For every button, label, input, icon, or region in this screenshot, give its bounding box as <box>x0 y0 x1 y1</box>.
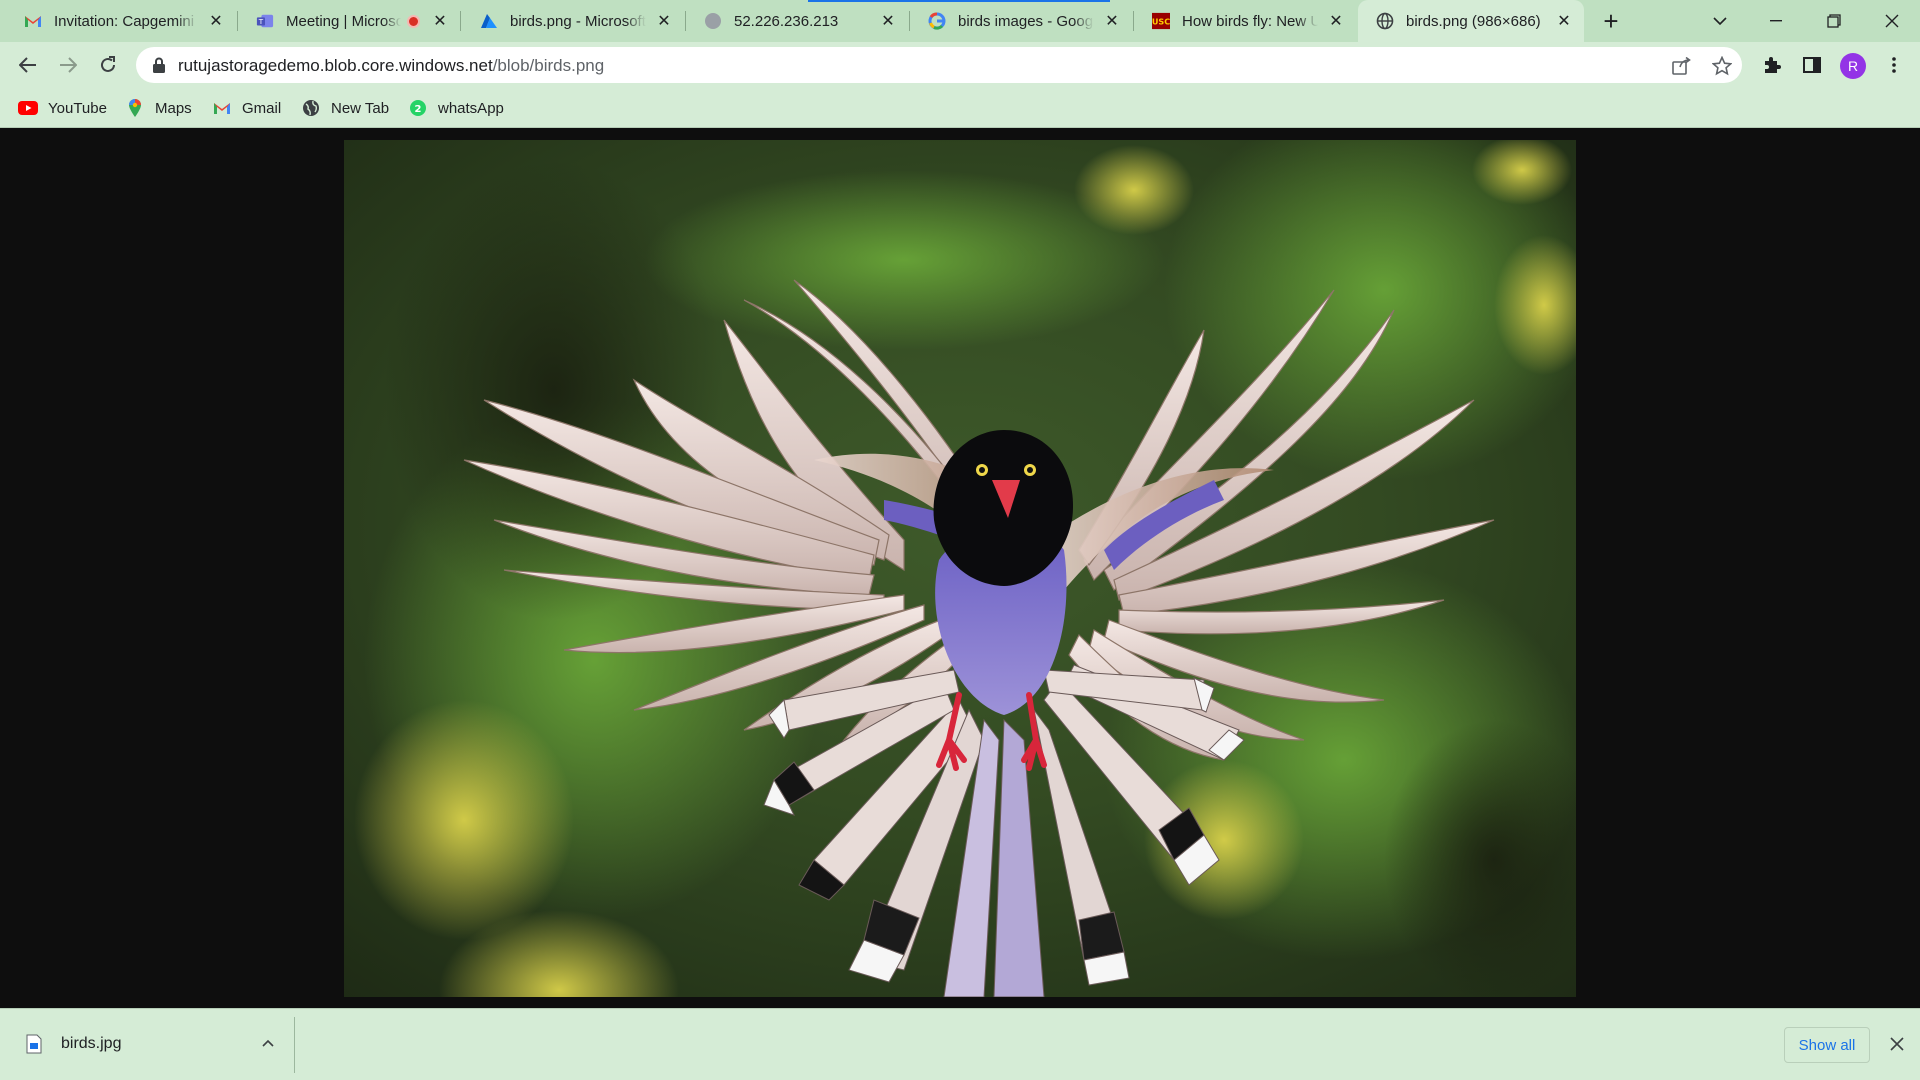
download-item[interactable]: birds.jpg <box>0 1009 294 1080</box>
tab-gmail-invitation[interactable]: Invitation: Capgemini ✕ <box>6 0 236 42</box>
tab-title: birds images - Google Search <box>958 12 1094 30</box>
bookmark-whatsapp[interactable]: 2 whatsApp <box>408 96 504 120</box>
tab-close-icon[interactable]: ✕ <box>206 11 226 31</box>
gmail-icon <box>212 99 232 117</box>
shelf-divider <box>294 1017 295 1073</box>
tab-close-icon[interactable]: ✕ <box>654 11 674 31</box>
tab-close-icon[interactable]: ✕ <box>1554 11 1574 31</box>
svg-text:2: 2 <box>415 104 422 115</box>
azure-icon <box>480 12 498 30</box>
youtube-icon <box>18 99 38 117</box>
browser-toolbar: rutujastoragedemo.blob.core.windows.net/… <box>0 42 1920 88</box>
tab-title: birds.png - Microsoft Azure <box>510 12 646 30</box>
tab-teams-meeting[interactable]: T Meeting | Microsoft Teams ✕ <box>238 0 460 42</box>
url-host: rutujastoragedemo.blob.core.windows.net <box>178 56 493 75</box>
extensions-puzzle-icon[interactable] <box>1758 51 1786 79</box>
image-file-icon <box>26 1034 42 1054</box>
bookmark-label: Gmail <box>242 99 282 117</box>
lock-icon[interactable] <box>152 57 168 73</box>
bookmark-maps[interactable]: Maps <box>125 96 192 120</box>
usc-icon: USC <box>1152 12 1170 30</box>
bookmark-label: New Tab <box>331 99 390 117</box>
tab-divider <box>460 11 461 31</box>
recording-icon <box>407 14 420 28</box>
reload-button[interactable] <box>92 49 124 81</box>
gmail-icon <box>24 12 42 30</box>
tab-close-icon[interactable]: ✕ <box>1102 11 1122 31</box>
download-shelf: birds.jpg Show all <box>0 1008 1920 1080</box>
bookmark-label: YouTube <box>48 99 107 117</box>
share-icon[interactable] <box>1670 54 1694 78</box>
menu-kebab-icon[interactable] <box>1880 51 1908 79</box>
address-bar[interactable]: rutujastoragedemo.blob.core.windows.net/… <box>136 47 1742 83</box>
globe-icon <box>301 99 321 117</box>
tab-close-icon[interactable]: ✕ <box>1326 11 1346 31</box>
url-path: /blob/birds.png <box>492 56 605 75</box>
tab-azure-birds[interactable]: birds.png - Microsoft Azure ✕ <box>462 0 684 42</box>
tab-title: Meeting | Microsoft Teams <box>286 12 401 30</box>
url-text[interactable]: rutujastoragedemo.blob.core.windows.net/… <box>178 56 604 76</box>
tab-close-icon[interactable]: ✕ <box>430 11 450 31</box>
side-panel-icon[interactable] <box>1798 51 1826 79</box>
bookmark-star-icon[interactable] <box>1710 54 1734 78</box>
bookmark-label: Maps <box>155 99 192 117</box>
tab-close-icon[interactable]: ✕ <box>878 11 898 31</box>
tab-title: Invitation: Capgemini <box>54 12 195 30</box>
profile-avatar[interactable]: R <box>1840 53 1866 79</box>
tab-usc-news[interactable]: USC How birds fly: New USC ✕ <box>1134 0 1356 42</box>
tab-search-chevron-icon[interactable] <box>1692 0 1748 42</box>
svg-text:USC: USC <box>1152 17 1170 27</box>
google-icon <box>928 12 946 30</box>
chevron-up-icon[interactable] <box>256 1031 280 1055</box>
whatsapp-icon: 2 <box>408 99 428 117</box>
svg-text:T: T <box>258 17 264 26</box>
show-all-button[interactable]: Show all <box>1784 1027 1870 1063</box>
bookmark-new-tab[interactable]: New Tab <box>301 96 389 120</box>
tab-birds-png-active[interactable]: birds.png (986×686) ✕ <box>1358 0 1584 42</box>
globe-icon <box>1376 12 1394 30</box>
back-button[interactable] <box>12 49 44 81</box>
bookmark-youtube[interactable]: YouTube <box>18 96 107 120</box>
forward-button[interactable] <box>52 49 84 81</box>
new-tab-button[interactable]: + <box>1596 6 1626 36</box>
window-close-button[interactable] <box>1864 0 1920 42</box>
restore-button[interactable] <box>1806 0 1862 42</box>
close-icon[interactable] <box>1884 1031 1910 1057</box>
maps-icon <box>125 99 145 117</box>
bookmarks-bar: YouTube Maps Gmail New Tab 2 whatsApp <box>0 88 1920 128</box>
tab-google-search[interactable]: birds images - Google Search ✕ <box>910 0 1132 42</box>
download-file-name: birds.jpg <box>61 1035 122 1052</box>
tab-title: birds.png (986×686) <box>1406 12 1541 30</box>
minimize-button[interactable] <box>1748 0 1804 42</box>
globe-icon <box>704 12 722 30</box>
tab-title: How birds fly: New USC <box>1182 12 1318 30</box>
tab-strip: Invitation: Capgemini ✕ T Meeting | Micr… <box>0 0 1920 42</box>
bookmark-gmail[interactable]: Gmail <box>212 96 281 120</box>
teams-icon: T <box>256 12 274 30</box>
tab-title: 52.226.236.213 <box>734 12 839 30</box>
tab-ip-address[interactable]: 52.226.236.213 ✕ <box>686 0 908 42</box>
bookmark-label: whatsApp <box>438 99 504 117</box>
bird-photo[interactable] <box>344 140 1576 997</box>
